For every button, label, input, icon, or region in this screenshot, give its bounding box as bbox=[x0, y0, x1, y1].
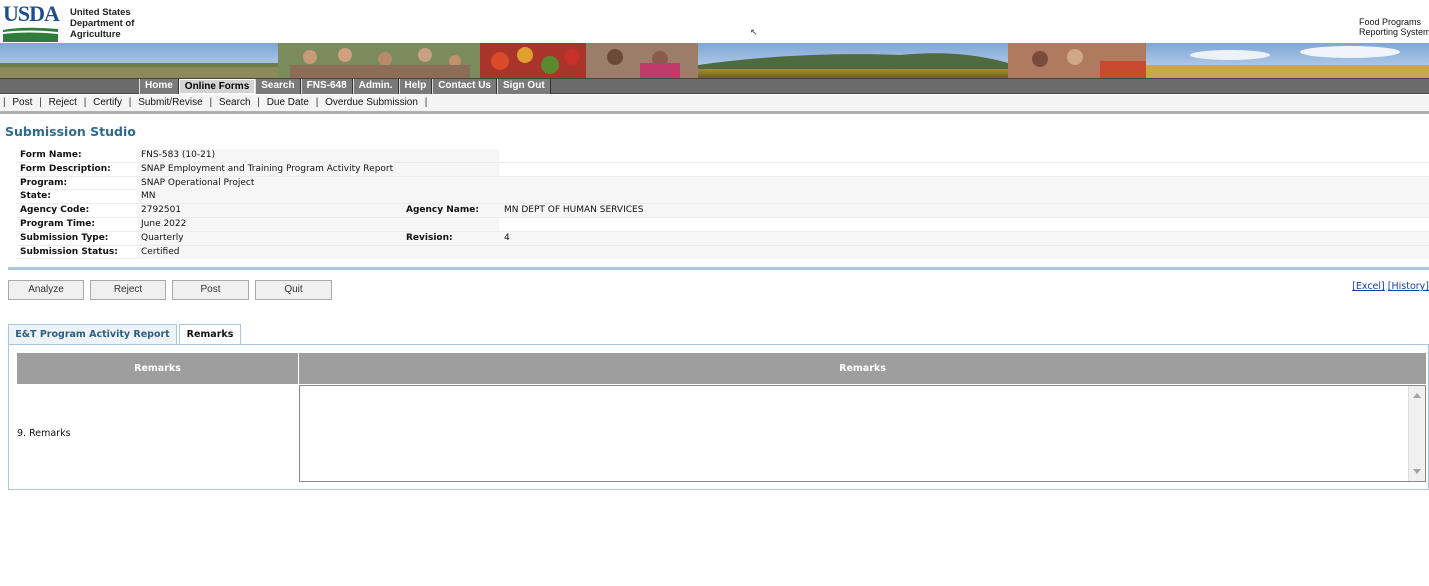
nav-contact-us[interactable]: Contact Us bbox=[432, 79, 497, 94]
remarks-column-header-2: Remarks bbox=[299, 353, 1426, 384]
submenu-separator: | bbox=[83, 97, 87, 108]
analyze-button[interactable]: Analyze bbox=[8, 280, 84, 300]
submenu-separator: | bbox=[209, 97, 213, 108]
submenu-post[interactable]: Post bbox=[12, 97, 32, 108]
submission-info: Form Name: FNS-583 (10-21) Form Descript… bbox=[17, 149, 1429, 260]
submenu-separator: | bbox=[315, 97, 319, 108]
banner-image bbox=[0, 43, 1429, 78]
agency-code-label: Agency Code: bbox=[20, 205, 90, 216]
remarks-panel: Remarks Remarks 9. Remarks bbox=[8, 344, 1429, 490]
submission-type-label: Submission Type: bbox=[20, 232, 109, 243]
usda-swoosh-icon bbox=[3, 27, 58, 42]
submenu-search[interactable]: Search bbox=[219, 97, 251, 108]
program-time-value: June 2022 bbox=[137, 217, 499, 231]
reject-button[interactable]: Reject bbox=[90, 280, 166, 300]
submenu-separator: | bbox=[3, 97, 6, 108]
scroll-up-arrow-icon[interactable] bbox=[1413, 393, 1421, 398]
nav-admin[interactable]: Admin. bbox=[352, 79, 399, 94]
mouse-cursor-icon: ↖ bbox=[750, 27, 758, 37]
program-time-label: Program Time: bbox=[20, 218, 95, 229]
program-label: Program: bbox=[20, 177, 68, 188]
state-value: MN bbox=[137, 190, 1429, 204]
post-button[interactable]: Post bbox=[172, 280, 249, 300]
export-links: [Excel] [History] bbox=[1352, 281, 1429, 292]
nav-help[interactable]: Help bbox=[398, 79, 433, 94]
submenu-separator: | bbox=[39, 97, 42, 108]
history-link[interactable]: [History] bbox=[1388, 281, 1429, 292]
revision-label: Revision: bbox=[406, 232, 453, 243]
submenu-due-date[interactable]: Due Date bbox=[267, 97, 309, 108]
agency-line-2: Department of bbox=[70, 18, 135, 29]
agency-name-value: MN DEPT OF HUMAN SERVICES bbox=[499, 204, 1429, 218]
submenu-separator: | bbox=[424, 97, 428, 108]
app-name-block: Food Programs Reporting System bbox=[1359, 17, 1429, 37]
form-name-label: Form Name: bbox=[20, 150, 82, 160]
nav-home[interactable]: Home bbox=[139, 79, 179, 94]
form-description-value: SNAP Employment and Training Program Act… bbox=[137, 162, 499, 176]
quit-button[interactable]: Quit bbox=[255, 280, 332, 300]
nav-sign-out[interactable]: Sign Out bbox=[496, 79, 551, 94]
agency-name-label: Agency Name: bbox=[406, 205, 479, 216]
remarks-textarea[interactable] bbox=[300, 386, 1408, 481]
usda-logo-text: USDA bbox=[3, 1, 60, 26]
tab-et-program-activity-report[interactable]: E&T Program Activity Report bbox=[8, 324, 177, 345]
header-divider bbox=[0, 111, 1429, 114]
nav-fns-648[interactable]: FNS-648 bbox=[300, 79, 353, 94]
page-title: Submission Studio bbox=[5, 124, 136, 139]
program-value: SNAP Operational Project bbox=[137, 176, 1429, 190]
submenu-reject[interactable]: Reject bbox=[49, 97, 77, 108]
scroll-down-arrow-icon[interactable] bbox=[1413, 469, 1421, 474]
nav-search[interactable]: Search bbox=[255, 79, 301, 94]
submenu-certify[interactable]: Certify bbox=[93, 97, 122, 108]
section-divider bbox=[8, 267, 1429, 270]
info-row-agency: Agency Code: 2792501 Agency Name: MN DEP… bbox=[17, 204, 1429, 218]
revision-value: 4 bbox=[499, 231, 1429, 245]
info-row-program: Program: SNAP Operational Project bbox=[17, 176, 1429, 191]
excel-link[interactable]: [Excel] bbox=[1352, 281, 1385, 292]
info-row-program-time: Program Time: June 2022 bbox=[17, 217, 1429, 232]
app-name-line-2: Reporting System bbox=[1359, 27, 1429, 37]
submenu-submit-revise[interactable]: Submit/Revise bbox=[138, 97, 202, 108]
app-name-line-1: Food Programs bbox=[1359, 17, 1422, 27]
info-row-form-description: Form Description: SNAP Employment and Tr… bbox=[17, 162, 1429, 177]
nav-online-forms[interactable]: Online Forms bbox=[178, 79, 256, 94]
info-row-submission-status: Submission Status: Certified bbox=[17, 245, 1429, 260]
submenu-separator: | bbox=[128, 97, 132, 108]
submission-status-label: Submission Status: bbox=[20, 246, 118, 257]
main-nav: Home Online Forms Search FNS-648 Admin. … bbox=[139, 79, 551, 94]
remarks-row-label: 9. Remarks bbox=[17, 428, 71, 439]
submenu-overdue-submission[interactable]: Overdue Submission bbox=[325, 97, 418, 108]
tab-remarks[interactable]: Remarks bbox=[179, 324, 241, 345]
sub-menu: | Post | Reject | Certify | Submit/Revis… bbox=[0, 95, 1429, 111]
remarks-scrollbar[interactable] bbox=[1408, 386, 1425, 481]
info-row-state: State: MN bbox=[17, 190, 1429, 205]
agency-name-block: United States Department of Agriculture bbox=[70, 7, 134, 40]
agency-line-1: United States bbox=[70, 7, 131, 18]
header: USDA United States Department of Agricul… bbox=[0, 0, 1429, 43]
main-nav-bar: Home Online Forms Search FNS-648 Admin. … bbox=[0, 78, 1429, 94]
form-name-value: FNS-583 (10-21) bbox=[137, 149, 499, 162]
usda-logo[interactable]: USDA bbox=[3, 1, 60, 42]
state-label: State: bbox=[20, 191, 51, 202]
remarks-textarea-container bbox=[299, 385, 1426, 482]
agency-line-3: Agriculture bbox=[70, 29, 121, 40]
remarks-column-header-1: Remarks bbox=[17, 353, 298, 384]
info-row-submission-type: Submission Type: Quarterly Revision: 4 bbox=[17, 231, 1429, 246]
info-row-form-name: Form Name: FNS-583 (10-21) bbox=[17, 149, 1429, 163]
photo-banner bbox=[0, 43, 1429, 78]
submenu-separator: | bbox=[257, 97, 260, 108]
submission-status-value: Certified bbox=[137, 245, 1429, 259]
form-description-label: Form Description: bbox=[20, 163, 111, 174]
